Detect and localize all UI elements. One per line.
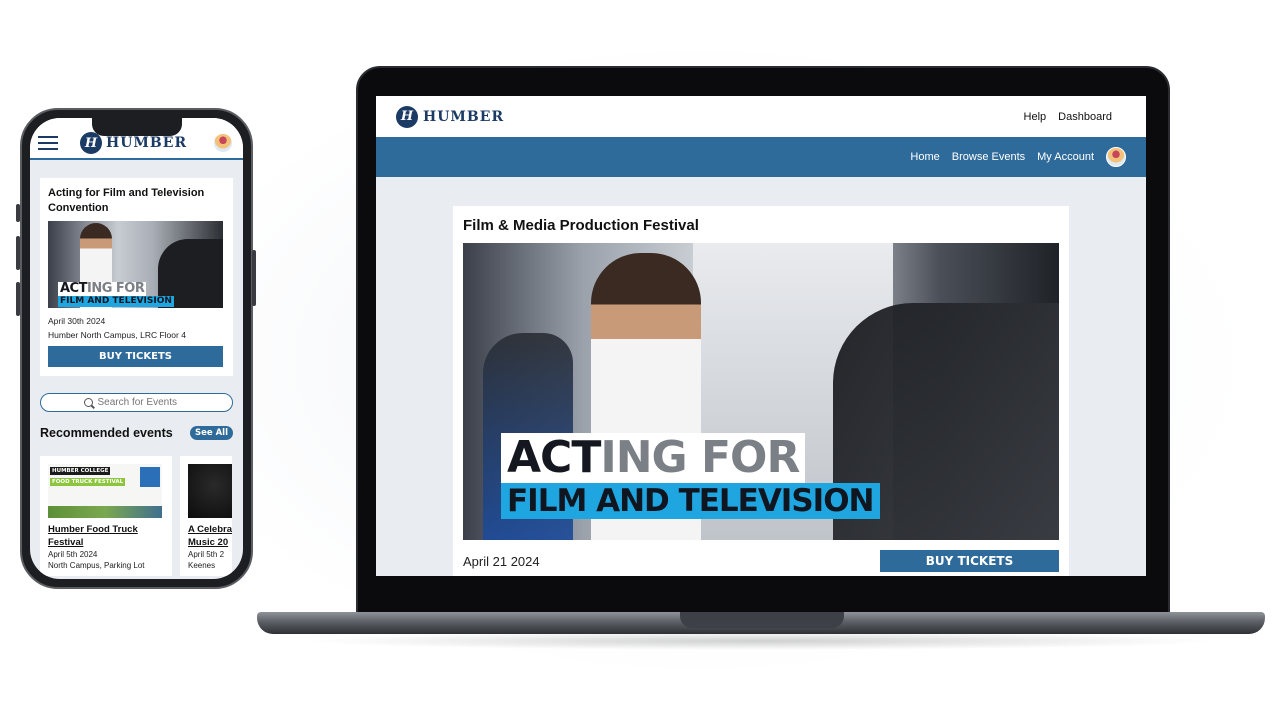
buy-tickets-button[interactable]: BUY TICKETS	[880, 550, 1059, 572]
recommended-event-card[interactable]: A Celebra Music 20 April 5th 2 Keenes	[180, 456, 232, 576]
featured-event-meta: April 30th 2024 Humber North Campus, LRC…	[48, 314, 225, 342]
event-card: Film & Media Production Festival ACTING …	[453, 206, 1069, 576]
phone-volume-up	[16, 236, 20, 270]
event-title: Film & Media Production Festival	[463, 217, 699, 234]
thumb-tag: FOOD TRUCK FESTIVAL	[50, 478, 126, 486]
recommended-event-card[interactable]: HUMBER COLLEGE FOOD TRUCK FESTIVAL Humbe…	[40, 456, 172, 576]
search-input[interactable]	[97, 397, 190, 408]
nav-my-account[interactable]: My Account	[1037, 151, 1094, 163]
user-avatar[interactable]	[213, 133, 233, 153]
phone-notch	[92, 118, 182, 136]
laptop-hinge-notch	[680, 612, 844, 628]
top-bar: H HUMBER Help Dashboard	[376, 96, 1146, 137]
thumb-trucks	[48, 506, 162, 518]
recommended-heading: Recommended events	[40, 426, 173, 440]
music-event-thumbnail	[188, 464, 232, 518]
featured-event-location: Humber North Campus, LRC Floor 4	[48, 330, 186, 340]
phone-screen: H HUMBER Acting for Film and Television …	[30, 118, 243, 579]
utility-links: Help Dashboard	[1024, 111, 1112, 123]
search-icon	[83, 398, 93, 407]
hamburger-icon[interactable]	[38, 136, 58, 150]
featured-event-date: April 30th 2024	[48, 316, 106, 326]
nav-home[interactable]: Home	[910, 151, 939, 163]
recommended-event-title[interactable]: A Celebra Music 20	[188, 523, 232, 549]
recommended-header: Recommended events See All	[40, 426, 233, 440]
hero-caption-line1: ACTING FOR	[58, 281, 147, 296]
recommended-event-date: April 5th 2024	[48, 550, 98, 559]
recommended-list: HUMBER COLLEGE FOOD TRUCK FESTIVAL Humbe…	[40, 456, 243, 576]
main-nav: Home Browse Events My Account	[376, 137, 1146, 177]
search-bar[interactable]	[40, 393, 233, 412]
hero-caption-line2: FILM AND TELEVISION	[58, 296, 174, 307]
hero-caption-line2: FILM AND TELEVISION	[501, 483, 880, 519]
phone-mute-switch	[16, 204, 20, 222]
help-link[interactable]: Help	[1024, 111, 1047, 123]
phone-power-button	[252, 250, 256, 306]
laptop-screen: H HUMBER Help Dashboard Home Browse Even…	[376, 96, 1146, 576]
hero-caption: ACTING FOR FILM AND TELEVISION	[501, 433, 880, 519]
logo-mark-icon: H	[396, 105, 418, 128]
featured-event-image: ACTING FOR FILM AND TELEVISION	[48, 221, 223, 308]
laptop-shadow	[300, 632, 1220, 650]
logo-mark-icon: H	[80, 132, 102, 154]
hero-caption: ACTING FOR FILM AND TELEVISION	[58, 277, 174, 307]
recommended-event-location: North Campus, Parking Lot	[48, 561, 145, 570]
event-hero-image: ACTING FOR FILM AND TELEVISION	[463, 243, 1059, 540]
food-truck-thumbnail: HUMBER COLLEGE FOOD TRUCK FESTIVAL	[48, 464, 162, 518]
recommended-event-title[interactable]: Humber Food Truck Festival	[48, 523, 164, 549]
buy-tickets-button[interactable]: BUY TICKETS	[48, 346, 223, 367]
recommended-event-date: April 5th 2	[188, 550, 225, 559]
thumb-badge	[140, 467, 160, 487]
phone-volume-down	[16, 282, 20, 316]
humber-logo[interactable]: H HUMBER	[396, 105, 505, 128]
nav-browse-events[interactable]: Browse Events	[952, 151, 1025, 163]
recommended-event-location: Keenes	[188, 561, 216, 570]
see-all-button[interactable]: See All	[189, 426, 233, 440]
logo-text: HUMBER	[106, 135, 188, 151]
hero-caption-line1: ACTING FOR	[501, 433, 806, 483]
event-date: April 21 2024	[463, 553, 540, 569]
thumb-tag: HUMBER COLLEGE	[50, 467, 111, 475]
user-avatar[interactable]	[1106, 147, 1126, 167]
logo-text: HUMBER	[423, 108, 505, 125]
featured-event-card: Acting for Film and Television Conventio…	[40, 178, 233, 376]
dashboard-link[interactable]: Dashboard	[1058, 111, 1112, 123]
featured-event-title: Acting for Film and Television Conventio…	[48, 187, 205, 214]
event-footer: April 21 2024 BUY TICKETS	[463, 550, 1059, 572]
